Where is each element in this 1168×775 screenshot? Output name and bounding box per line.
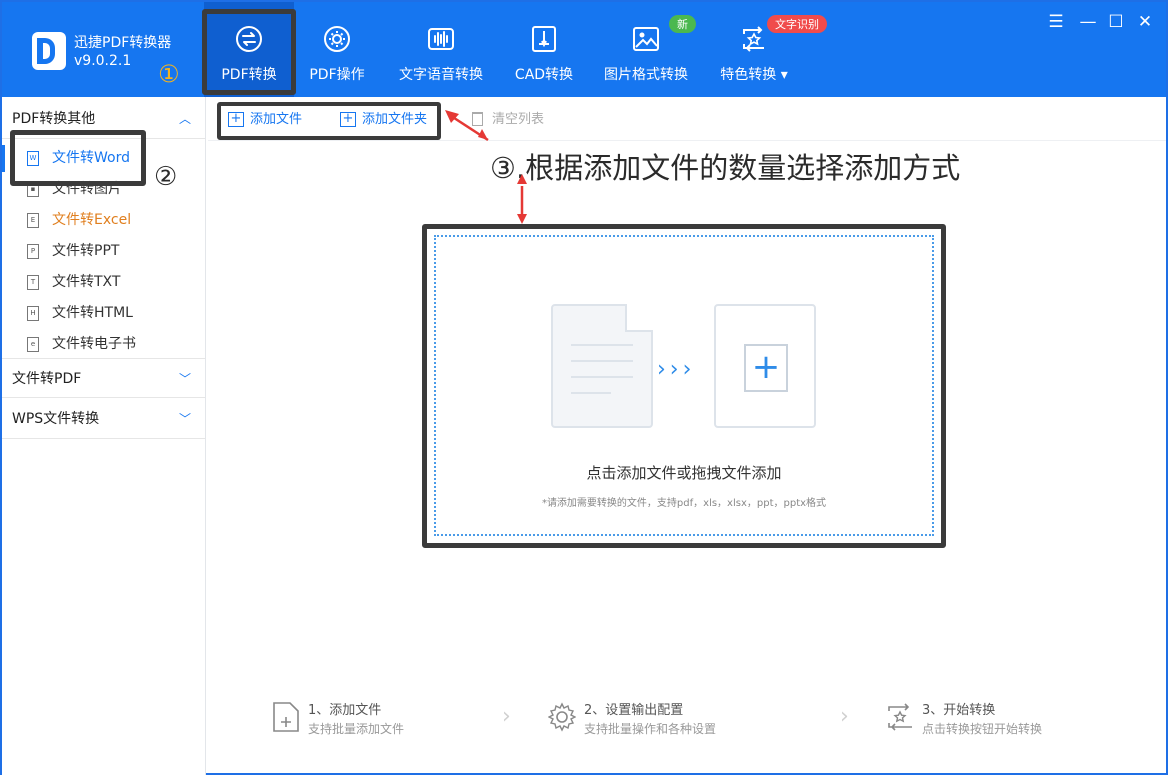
document-icon xyxy=(551,304,653,428)
step-subtitle: 支持批量添加文件 xyxy=(308,722,405,736)
app-window: 迅捷PDF转换器 v9.0.2.1 ① PDF转换 PDF操作 文字语音转换 C… xyxy=(0,0,1168,775)
settings-gear-icon xyxy=(548,702,576,732)
file-add-icon xyxy=(273,702,299,732)
add-file-box[interactable]: + xyxy=(714,304,816,428)
dropzone-hint-text: *请添加需要转换的文件，支持pdf，xls，xlsx，ppt，pptx格式 xyxy=(541,498,827,509)
step-title: 2、设置输出配置 xyxy=(584,703,684,718)
step-title: 1、添加文件 xyxy=(308,703,382,718)
step-separator-icon: › xyxy=(502,704,511,729)
step-title: 3、开始转换 xyxy=(922,703,996,718)
convert-star-icon xyxy=(888,703,912,731)
step-subtitle: 点击转换按钮开始转换 xyxy=(922,722,1043,736)
plus-icon: + xyxy=(744,344,788,392)
dropzone-main-text: 点击添加文件或拖拽文件添加 xyxy=(586,464,782,482)
step-subtitle: 支持批量操作和各种设置 xyxy=(584,722,717,736)
chevrons-icon: ››› xyxy=(657,357,696,382)
file-drop-zone[interactable] xyxy=(434,235,934,536)
step-separator-icon: › xyxy=(840,704,849,729)
